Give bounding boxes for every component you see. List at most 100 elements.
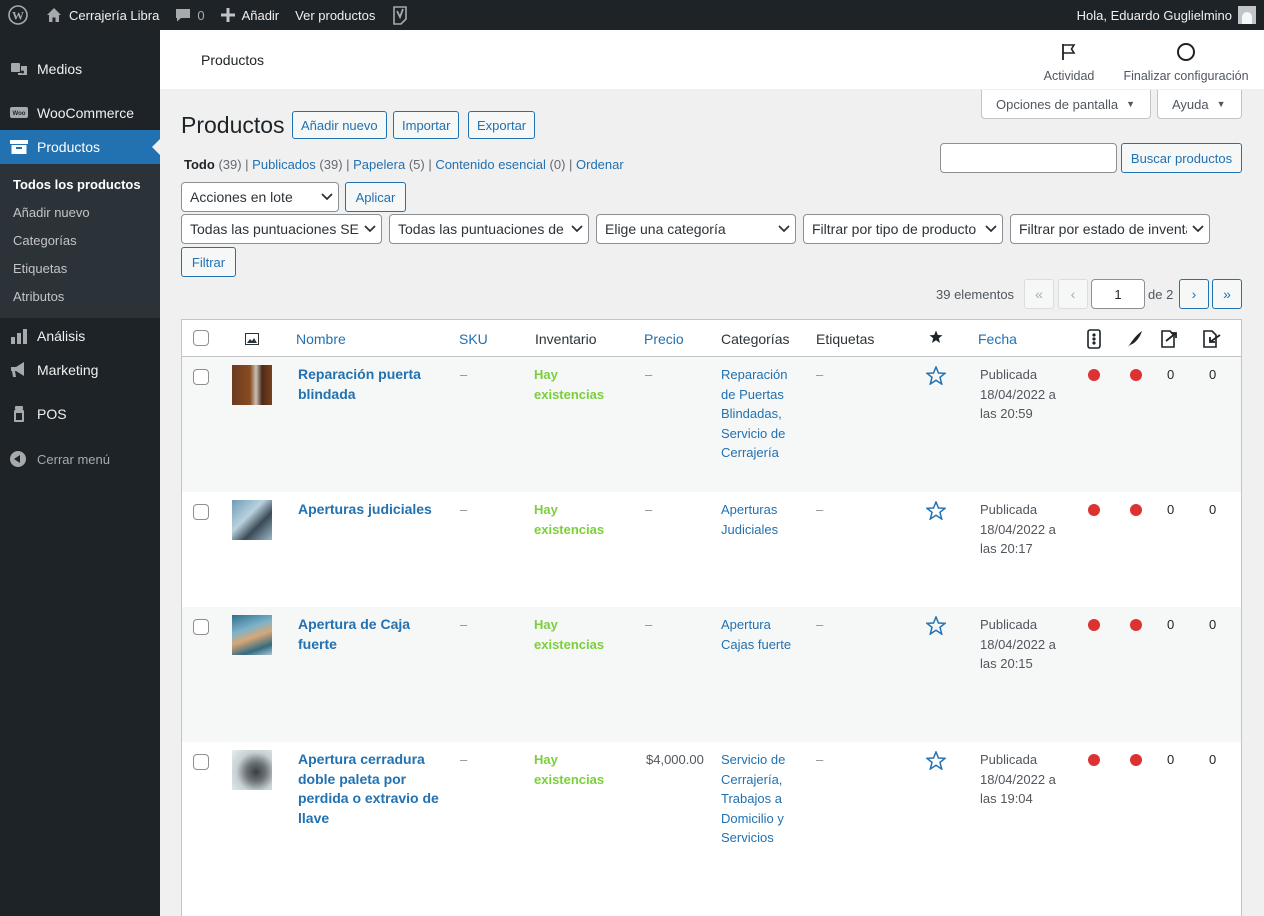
view-all-link[interactable]: Todo: [184, 157, 215, 172]
admin-bar: W Cerrajería Libra 0 Añadir Ver producto…: [0, 0, 1264, 30]
view-trash-count: (5): [408, 157, 425, 172]
featured-star-icon[interactable]: [926, 616, 946, 635]
product-categories[interactable]: Apertura Cajas fuerte: [721, 615, 801, 654]
row-checkbox[interactable]: [193, 754, 209, 770]
sidebar-item-label: Marketing: [37, 362, 99, 378]
product-type-filter[interactable]: Filtrar por tipo de producto: [803, 214, 1003, 244]
column-sku[interactable]: SKU: [459, 331, 488, 347]
add-new-link[interactable]: Añadir: [213, 0, 288, 30]
view-cornerstone-link[interactable]: Contenido esencial: [435, 157, 546, 172]
submenu-tags[interactable]: Etiquetas: [0, 255, 160, 283]
view-published-link[interactable]: Publicados: [252, 157, 316, 172]
site-name: Cerrajería Libra: [69, 7, 160, 23]
featured-star-icon[interactable]: [926, 751, 946, 770]
current-page-input[interactable]: 1: [1091, 279, 1145, 309]
category-filter-value: Elige una categoría: [605, 221, 726, 237]
readability-score-filter[interactable]: Todas las puntuaciones de legibilidad: [389, 214, 589, 244]
wordpress-logo-icon[interactable]: W: [0, 0, 36, 30]
help-button[interactable]: Ayuda ▼: [1157, 90, 1242, 119]
sidebar-item-medios[interactable]: Medios: [0, 52, 160, 86]
site-name-link[interactable]: Cerrajería Libra: [36, 0, 167, 30]
product-name-link[interactable]: Apertura de Caja fuerte: [298, 615, 448, 654]
outgoing-links-icon[interactable]: [1158, 329, 1180, 352]
product-thumbnail[interactable]: [232, 500, 272, 540]
collapse-arrow-icon: [10, 451, 26, 467]
chevron-down-icon: [773, 225, 795, 233]
product-name-link[interactable]: Apertura cerradura doble paleta por perd…: [298, 750, 448, 828]
publish-date: 18/04/2022 a las 20:59: [980, 386, 1056, 422]
user-account-menu[interactable]: Hola, Eduardo Guglielmino: [1077, 6, 1264, 24]
search-products-button[interactable]: Buscar productos: [1121, 143, 1242, 173]
apply-button[interactable]: Aplicar: [345, 182, 406, 212]
submenu-add-new[interactable]: Añadir nuevo: [0, 199, 160, 227]
product-sku: –: [460, 502, 468, 517]
bulk-actions-select[interactable]: Acciones en lote: [181, 182, 339, 212]
svg-text:W: W: [12, 9, 24, 23]
publish-date: 18/04/2022 a las 20:17: [980, 521, 1056, 557]
view-sort-link[interactable]: Ordenar: [576, 157, 624, 172]
sidebar-item-pos[interactable]: POS: [0, 397, 160, 431]
yoast-seo-icon[interactable]: [383, 0, 417, 30]
sidebar-item-analisis[interactable]: Análisis: [0, 319, 160, 353]
view-products-link[interactable]: Ver productos: [287, 0, 383, 30]
column-name[interactable]: Nombre: [296, 331, 346, 347]
view-trash-link[interactable]: Papelera: [353, 157, 405, 172]
last-page-button[interactable]: »: [1212, 279, 1242, 309]
product-categories[interactable]: Servicio de Cerrajería, Trabajos a Domic…: [721, 750, 801, 848]
product-thumbnail[interactable]: [232, 750, 272, 790]
row-checkbox[interactable]: [193, 504, 209, 520]
sidebar-item-marketing[interactable]: Marketing: [0, 353, 160, 387]
product-thumbnail[interactable]: [232, 365, 272, 405]
product-name-link[interactable]: Reparación puerta blindada: [298, 365, 448, 404]
sidebar-item-woocommerce[interactable]: Woo WooCommerce: [0, 96, 160, 130]
total-pages: de 2: [1148, 287, 1174, 302]
incoming-links-count: 0: [1209, 367, 1217, 382]
activity-button[interactable]: Actividad: [1040, 40, 1098, 83]
table-row: Apertura de Caja fuerte – Hay existencia…: [182, 607, 1241, 742]
submenu-all-products[interactable]: Todos los productos: [0, 171, 160, 199]
submenu-categories[interactable]: Categorías: [0, 227, 160, 255]
filter-button[interactable]: Filtrar: [181, 247, 236, 277]
sidebar-item-label: Análisis: [37, 328, 86, 344]
product-categories[interactable]: Aperturas Judiciales: [721, 500, 801, 539]
finish-setup-button[interactable]: Finalizar configuración: [1120, 40, 1252, 83]
finish-setup-label: Finalizar configuración: [1123, 69, 1249, 83]
select-all-checkbox[interactable]: [193, 330, 209, 346]
product-name-link[interactable]: Aperturas judiciales: [298, 500, 448, 520]
stock-status-filter[interactable]: Filtrar por estado de inventario: [1010, 214, 1210, 244]
sidebar-item-label: POS: [37, 406, 67, 422]
export-button[interactable]: Exportar: [468, 111, 536, 139]
row-checkbox[interactable]: [193, 369, 209, 385]
readability-score-icon[interactable]: [1126, 329, 1144, 352]
publish-date: 18/04/2022 a las 20:15: [980, 636, 1056, 672]
view-products-label: Ver productos: [295, 7, 376, 23]
column-date[interactable]: Fecha: [978, 331, 1017, 347]
featured-star-icon[interactable]: [926, 366, 946, 385]
row-checkbox[interactable]: [193, 619, 209, 635]
search-input[interactable]: [940, 143, 1117, 173]
archive-icon: [10, 138, 28, 156]
activity-label: Actividad: [1043, 69, 1095, 83]
category-filter[interactable]: Elige una categoría: [596, 214, 796, 244]
collapse-menu-button[interactable]: Cerrar menú: [0, 442, 160, 476]
product-price: $4,000.00: [646, 752, 704, 767]
submenu-attributes[interactable]: Atributos: [0, 283, 160, 311]
seo-score-icon[interactable]: [1087, 329, 1101, 352]
product-type-filter-value: Filtrar por tipo de producto: [812, 221, 977, 237]
incoming-links-icon[interactable]: [1200, 329, 1222, 352]
sidebar-item-productos[interactable]: Productos: [0, 130, 160, 164]
column-price[interactable]: Precio: [644, 331, 684, 347]
product-thumbnail[interactable]: [232, 615, 272, 655]
seo-score-filter[interactable]: Todas las puntuaciones SEO: [181, 214, 382, 244]
featured-star-icon[interactable]: [926, 501, 946, 520]
status-filter-links: Todo (39) | Publicados (39) | Papelera (…: [184, 157, 624, 172]
add-new-button[interactable]: Añadir nuevo: [292, 111, 387, 139]
import-button[interactable]: Importar: [393, 111, 460, 139]
comments-link[interactable]: 0: [167, 0, 212, 30]
screen-options-button[interactable]: Opciones de pantalla ▼: [981, 90, 1151, 119]
product-categories[interactable]: Reparación de Puertas Blindadas, Servici…: [721, 365, 801, 463]
next-page-button[interactable]: ›: [1179, 279, 1209, 309]
product-date: Publicada 18/04/2022 a las 20:15: [980, 615, 1070, 674]
featured-star-icon[interactable]: [929, 330, 943, 347]
chevron-down-icon: [1187, 225, 1209, 233]
